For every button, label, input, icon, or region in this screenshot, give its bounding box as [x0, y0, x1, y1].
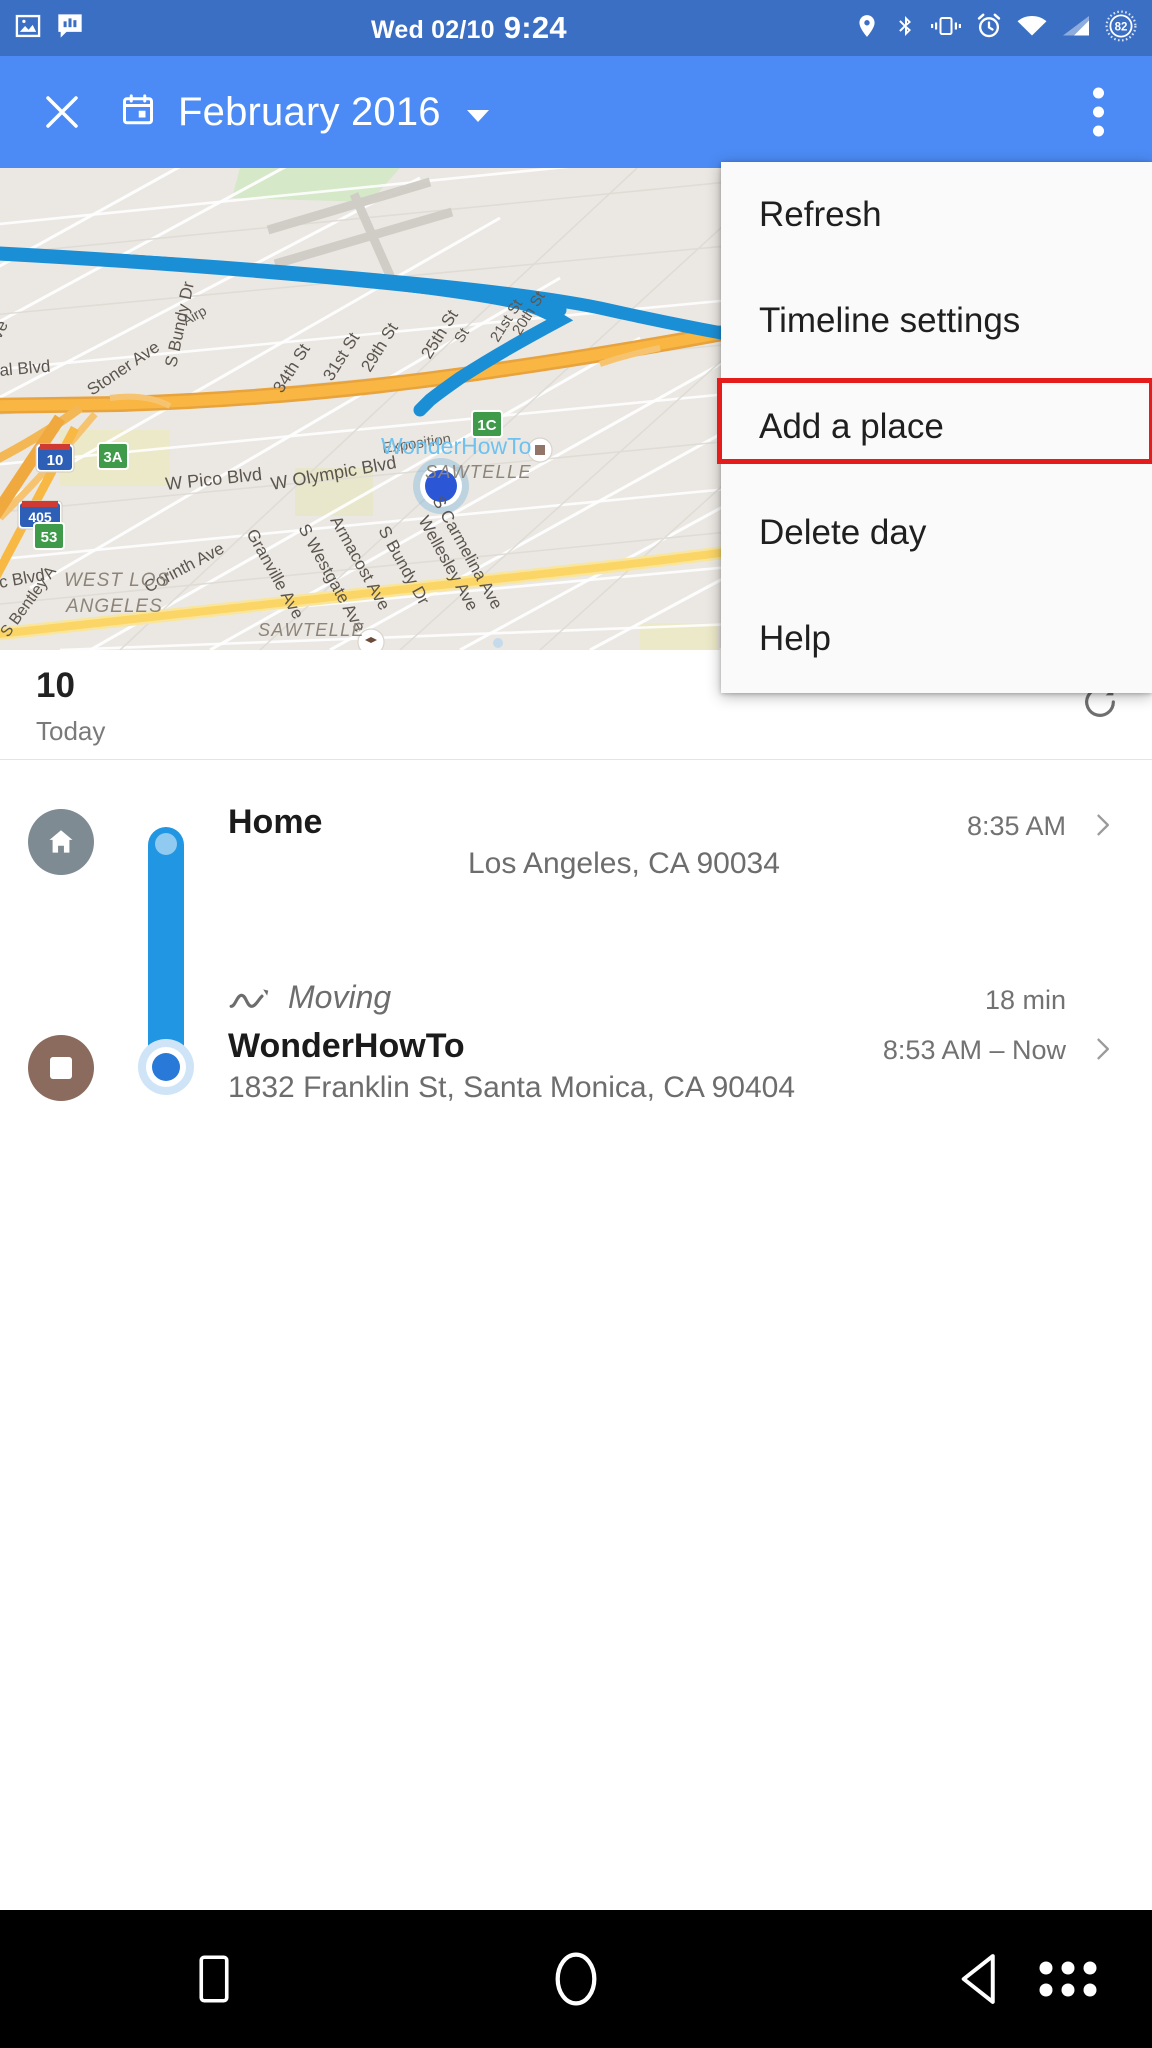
moving-label: Moving [288, 979, 392, 1015]
moving-duration: 18 min [984, 985, 1066, 1015]
entry-subtitle: 1832 Franklin St, Santa Monica, CA 90404 [228, 1071, 796, 1104]
chat-stats-icon [56, 12, 84, 45]
status-date: Wed 02/10 [371, 16, 495, 44]
overflow-dot [1093, 106, 1104, 118]
recents-button[interactable] [196, 1953, 232, 2005]
battery-icon: 82 [1104, 9, 1138, 48]
svg-text:53: 53 [41, 529, 58, 546]
status-bar: Wed 02/10 9:24 82 [0, 0, 1152, 56]
day-number: 10 [36, 666, 75, 705]
svg-text:WEST LOS: WEST LOS [64, 570, 170, 591]
menu-item-label: Help [759, 619, 831, 658]
svg-text:3A: 3A [103, 449, 122, 466]
image-icon [14, 12, 42, 45]
status-bar-left-icons [14, 12, 84, 45]
grid-dot [1039, 1983, 1053, 1997]
menu-item-help[interactable]: Help [721, 586, 1152, 692]
calendar-icon [120, 92, 156, 133]
overflow-dot [1093, 87, 1104, 99]
svg-text:SAWTELLE: SAWTELLE [258, 620, 365, 640]
bluetooth-icon [893, 12, 917, 45]
entry-title: Home [228, 803, 323, 841]
app-bar-title: February 2016 [178, 89, 441, 134]
status-time: 9:24 [503, 10, 567, 45]
close-button[interactable] [14, 91, 110, 133]
signal-icon [1061, 12, 1091, 45]
menu-item-delete-day[interactable]: Delete day [721, 480, 1152, 586]
exit-marker-53: 53 [33, 522, 65, 550]
map-place-label: WonderHowTo [381, 433, 531, 459]
back-button[interactable] [958, 1953, 1000, 2005]
menu-item-label: Refresh [759, 195, 882, 234]
entry-subtitle: Los Angeles, CA 90034 [468, 847, 780, 880]
chevron-right-icon[interactable] [1088, 809, 1116, 846]
highway-shield-10: 10 [35, 443, 75, 473]
menu-item-refresh[interactable]: Refresh [721, 162, 1152, 268]
menu-item-add-a-place[interactable]: Add a place [721, 374, 1152, 480]
stop-square-icon [28, 1035, 94, 1101]
location-pin-icon [854, 12, 880, 45]
menu-item-timeline-settings[interactable]: Timeline settings [721, 268, 1152, 374]
overflow-menu-button[interactable] [1073, 76, 1124, 149]
svg-text:1C: 1C [477, 417, 496, 434]
timeline-start-dot [155, 833, 177, 855]
entry-title: WonderHowTo [228, 1027, 465, 1065]
timeline-end-dot [152, 1053, 180, 1081]
overflow-menu: Refresh Timeline settings Add a place De… [721, 162, 1152, 693]
day-label: Today [36, 716, 106, 746]
entry-time: 8:53 AM – Now [882, 1035, 1066, 1065]
svg-text:SAWTELLE: SAWTELLE [425, 462, 532, 482]
grid-dot [1039, 1961, 1053, 1975]
app-bar: February 2016 [0, 56, 1152, 168]
home-button[interactable] [553, 1950, 599, 2008]
caret-down-icon [466, 110, 489, 122]
menu-item-label: Add a place [759, 407, 944, 446]
status-bar-clock: Wed 02/10 9:24 [84, 10, 854, 46]
status-bar-right-icons: 82 [854, 9, 1138, 48]
stop-square-glyph [50, 1057, 72, 1079]
menu-item-label: Delete day [759, 513, 927, 552]
month-selector[interactable]: February 2016 [120, 90, 489, 135]
wifi-icon [1016, 12, 1048, 45]
grid-dot [1083, 1983, 1097, 1997]
overflow-dot [1093, 125, 1104, 137]
menu-item-label: Timeline settings [759, 301, 1021, 340]
system-nav-bar [0, 1910, 1152, 2048]
app-grid-button[interactable] [1039, 1961, 1097, 1997]
svg-text:10: 10 [47, 452, 64, 469]
entry-time: 8:35 AM [966, 811, 1066, 841]
vibrate-icon [930, 12, 962, 45]
svg-text:ANGELES: ANGELES [65, 596, 163, 617]
grid-dot [1083, 1961, 1097, 1975]
alarm-icon [975, 12, 1003, 45]
phone-screen: Wed 02/10 9:24 82 February 2016 10 405 3… [0, 0, 1152, 2048]
grid-dot [1061, 1983, 1075, 1997]
moving-icon [228, 985, 272, 1020]
home-icon [28, 809, 94, 875]
grid-dot [1061, 1961, 1075, 1975]
chevron-right-icon[interactable] [1088, 1033, 1116, 1070]
exit-marker-3A: 3A [97, 442, 129, 470]
battery-percent-text: 82 [1115, 21, 1128, 33]
